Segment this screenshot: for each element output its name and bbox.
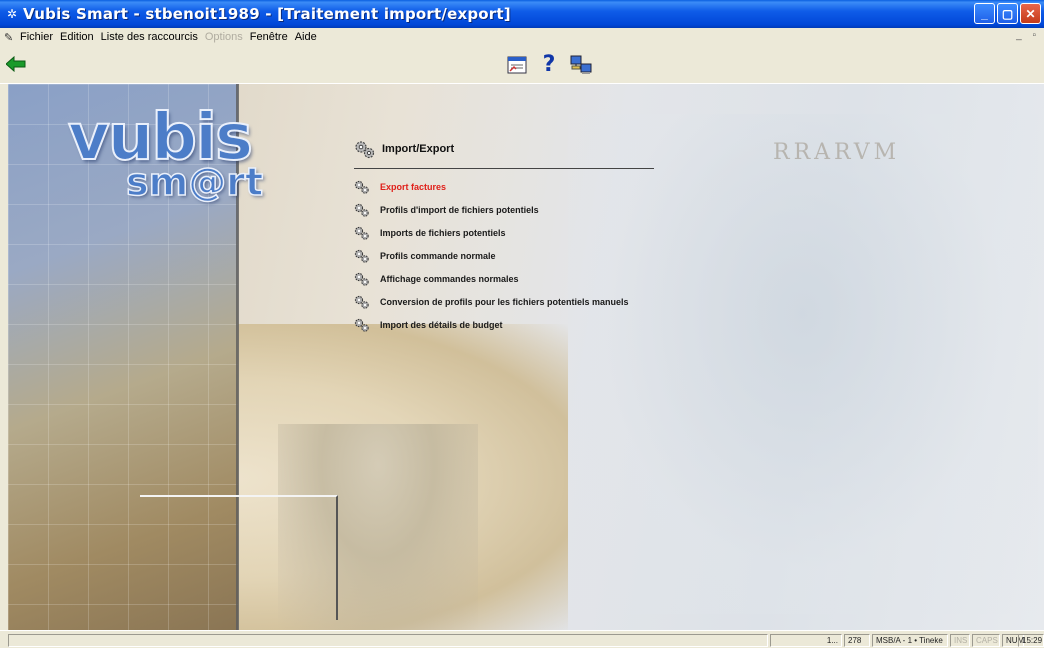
- gears-icon: [354, 249, 369, 263]
- gears-icon: [354, 295, 369, 309]
- gears-icon: [354, 203, 369, 217]
- back-button[interactable]: [5, 55, 26, 73]
- status-session: MSB/A - 1 • Tineke: [872, 634, 948, 647]
- network-icon[interactable]: [570, 54, 592, 76]
- option-label: Conversion de profils pour les fichiers …: [380, 296, 629, 307]
- mdi-window-controls[interactable]: _ ▫: [1016, 30, 1040, 41]
- option-profils-import-fichiers-potentiels[interactable]: Profils d'import de fichiers potentiels: [354, 198, 654, 221]
- gears-icon: [354, 318, 369, 332]
- menu-fenetre[interactable]: Fenêtre: [250, 31, 293, 43]
- status-ins: INS: [950, 634, 970, 647]
- option-profils-commande-normale[interactable]: Profils commande normale: [354, 244, 654, 267]
- window-controls: _ ▢ ✕: [974, 3, 1041, 24]
- option-import-details-budget[interactable]: Import des détails de budget: [354, 313, 654, 336]
- option-label: Imports de fichiers potentiels: [380, 227, 506, 238]
- panel-title: Import/Export: [382, 143, 455, 155]
- status-message: [8, 634, 768, 647]
- window-title: Vubis Smart - stbenoit1989 - [Traitement…: [23, 5, 511, 23]
- option-label: Profils commande normale: [380, 250, 496, 261]
- vubis-smart-logo: vubis sm@rt: [67, 101, 264, 204]
- app-icon[interactable]: ✲: [5, 7, 19, 21]
- main-content: RRARVM vubis sm@rt Import/Export Export …: [8, 84, 1044, 630]
- status-time: 15:29: [1018, 634, 1044, 647]
- option-imports-fichiers-potentiels[interactable]: Imports de fichiers potentiels: [354, 221, 654, 244]
- document-menu-icon[interactable]: ✎: [4, 31, 18, 44]
- option-export-factures[interactable]: Export factures: [354, 175, 654, 198]
- menu-fichier[interactable]: Fichier: [20, 31, 58, 43]
- menu-options: Options: [204, 31, 243, 43]
- option-affichage-commandes-normales[interactable]: Affichage commandes normales: [354, 267, 654, 290]
- decorative-frame: [140, 495, 338, 620]
- menu-edition[interactable]: Edition: [60, 31, 99, 43]
- gears-icon: [354, 180, 369, 194]
- toolbar: ?: [0, 46, 1044, 84]
- option-label: Profils d'import de fichiers potentiels: [380, 204, 539, 215]
- panel-separator: [354, 168, 654, 169]
- status-bar: 1... 278 MSB/A - 1 • Tineke INS CAPS NUM…: [0, 630, 1044, 648]
- panel-header: Import/Export: [354, 134, 654, 164]
- gears-icon: [354, 226, 369, 240]
- background-inscription: RRARVM: [773, 140, 901, 165]
- status-count: 278: [844, 634, 870, 647]
- gears-icon: [355, 141, 375, 159]
- minimize-button[interactable]: _: [974, 3, 995, 24]
- window-icon[interactable]: [506, 54, 528, 76]
- option-conversion-profils-fichiers-manuels[interactable]: Conversion de profils pour les fichiers …: [354, 290, 654, 313]
- maximize-button[interactable]: ▢: [997, 3, 1018, 24]
- import-export-menu: Import/Export Export factures Profils d'…: [354, 134, 654, 336]
- menu-aide[interactable]: Aide: [295, 31, 322, 43]
- back-arrow-icon: [5, 55, 26, 73]
- status-record: 1...: [770, 634, 842, 647]
- option-label: Import des détails de budget: [380, 319, 503, 330]
- gears-icon: [354, 272, 369, 286]
- option-label: Affichage commandes normales: [380, 273, 519, 284]
- help-icon[interactable]: ?: [538, 54, 560, 76]
- toolbar-icons: ?: [506, 54, 592, 76]
- status-caps: CAPS: [972, 634, 1000, 647]
- title-bar[interactable]: ✲ Vubis Smart - stbenoit1989 - [Traiteme…: [0, 0, 1044, 28]
- option-label: Export factures: [380, 181, 447, 192]
- menu-bar: ✎ Fichier Edition Liste des raccourcis O…: [0, 28, 1044, 46]
- close-button[interactable]: ✕: [1020, 3, 1041, 24]
- menu-liste-des-raccourcis[interactable]: Liste des raccourcis: [101, 31, 203, 43]
